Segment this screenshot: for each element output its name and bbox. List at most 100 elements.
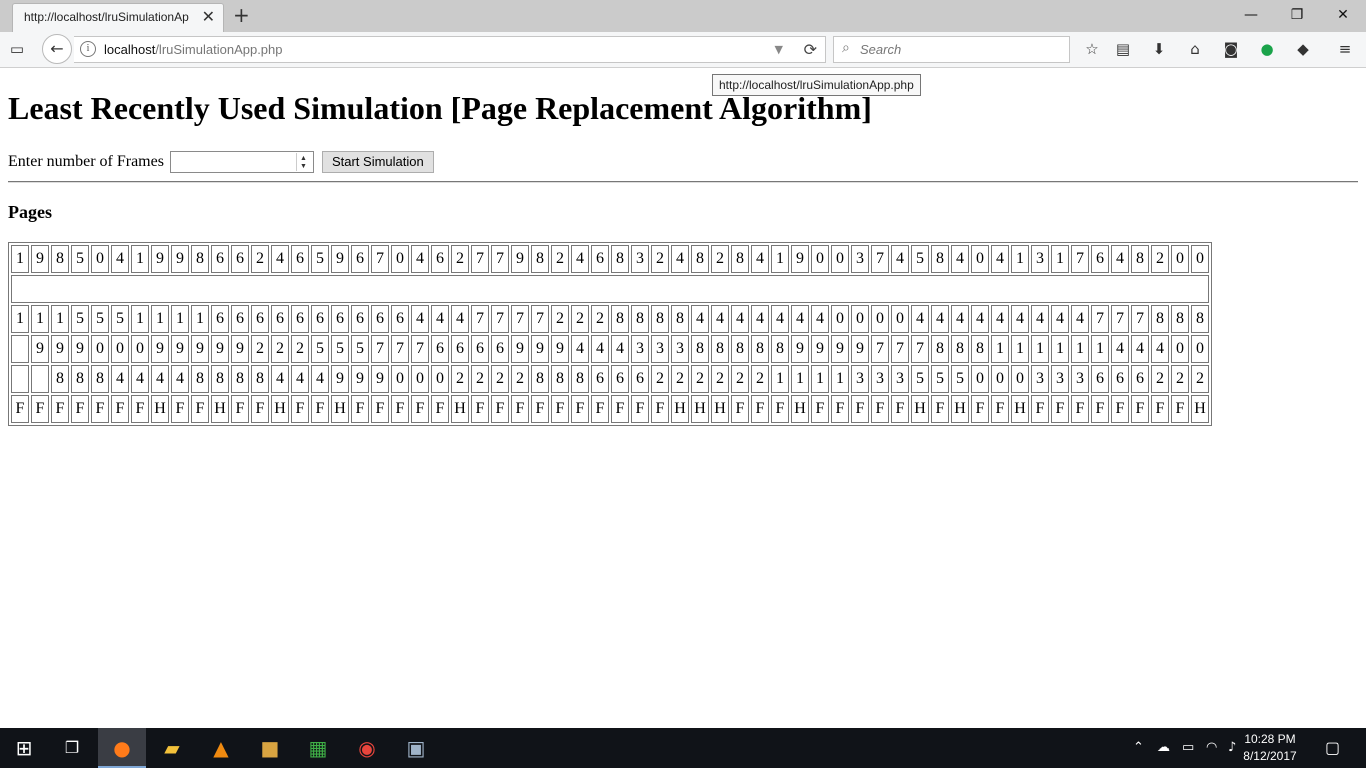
table-cell: 9 (331, 245, 349, 273)
table-cell: 0 (991, 365, 1009, 393)
spin-up-icon[interactable]: ▲ (300, 154, 307, 162)
table-cell: F (291, 395, 309, 423)
start-simulation-button[interactable]: Start Simulation (321, 151, 434, 173)
table-cell: 9 (71, 335, 89, 363)
table-cell: 4 (751, 305, 769, 333)
sublime-text-icon[interactable]: ■ (246, 728, 294, 768)
notifications-icon[interactable]: ▢ (1325, 738, 1340, 757)
spreadsheet-icon[interactable]: ▦ (294, 728, 342, 768)
table-cell: 5 (311, 335, 329, 363)
link-tooltip: http://localhost/lruSimulationApp.php (712, 74, 921, 96)
table-cell: F (471, 395, 489, 423)
table-cell: H (951, 395, 969, 423)
battery-icon[interactable]: ▭ (1182, 740, 1194, 755)
table-cell: 2 (711, 245, 729, 273)
table-cell: 5 (931, 365, 949, 393)
table-cell: F (351, 395, 369, 423)
download-icon[interactable]: ⬇ (1148, 38, 1170, 60)
table-cell: 1 (131, 245, 149, 273)
table-cell: 4 (151, 365, 169, 393)
minimize-icon[interactable]: — (1228, 0, 1274, 30)
frames-number-input[interactable]: ▲ ▼ (169, 151, 314, 173)
table-cell: F (971, 395, 989, 423)
table-cell: 0 (1011, 365, 1029, 393)
menu-icon[interactable]: ≡ (1334, 38, 1356, 60)
table-cell: 5 (911, 245, 929, 273)
windows-start-icon[interactable]: ⊞ (0, 728, 48, 768)
table-cell: 8 (1171, 305, 1189, 333)
browser-tab[interactable]: http://localhost/lruSimulationAp ✕ (12, 3, 224, 32)
table-cell: 1 (791, 365, 809, 393)
clock[interactable]: 10:28 PM 8/12/2017 (1242, 731, 1298, 765)
table-cell: F (751, 395, 769, 423)
tab-close-icon[interactable]: ✕ (202, 7, 215, 27)
frames-form: Enter number of Frames ▲ ▼ Start Simulat… (8, 151, 434, 173)
table-cell: F (1131, 395, 1149, 423)
url-bar[interactable]: i localhost/lruSimulationApp.php ▼ ⟳ (74, 36, 826, 63)
spacer-cell (11, 275, 1209, 303)
table-cell: H (1011, 395, 1029, 423)
task-view-icon[interactable]: ❐ (48, 728, 96, 768)
table-cell: 4 (271, 245, 289, 273)
table-cell: 6 (491, 335, 509, 363)
table-cell: 0 (831, 245, 849, 273)
volume-icon[interactable]: ♪ (1228, 740, 1236, 755)
table-cell: 0 (851, 305, 869, 333)
wifi-icon[interactable]: ◠ (1206, 740, 1217, 755)
reload-icon[interactable]: ⟳ (804, 40, 817, 59)
table-cell: 8 (551, 365, 569, 393)
frames-spinner[interactable]: ▲ ▼ (295, 153, 311, 171)
table-cell: 9 (791, 245, 809, 273)
table-cell: 5 (351, 335, 369, 363)
table-cell: 5 (71, 245, 89, 273)
table-cell (31, 365, 49, 393)
restore-icon[interactable]: ❐ (1274, 0, 1320, 30)
url-text[interactable]: localhost/lruSimulationApp.php (104, 42, 283, 57)
info-icon[interactable]: i (80, 41, 96, 57)
table-cell: H (331, 395, 349, 423)
table-cell: 7 (1071, 245, 1089, 273)
table-cell: 4 (991, 305, 1009, 333)
table-cell: 2 (591, 305, 609, 333)
table-cell: F (851, 395, 869, 423)
table-cell: 8 (1151, 305, 1169, 333)
table-cell: F (931, 395, 949, 423)
dropdown-icon[interactable]: ▼ (775, 43, 783, 56)
home-icon[interactable]: ⌂ (1184, 38, 1206, 60)
plus-icon[interactable]: + (233, 3, 250, 27)
chevron-up-icon[interactable]: ⌃ (1133, 740, 1144, 755)
table-cell: F (811, 395, 829, 423)
reading-list-icon[interactable]: ▤ (1112, 38, 1134, 60)
sidebar-icon[interactable]: ▭ (6, 38, 28, 60)
table-cell: 9 (511, 245, 529, 273)
table-cell: 4 (171, 365, 189, 393)
search-box[interactable]: ⌕ Search (833, 36, 1070, 63)
table-cell: 4 (1071, 305, 1089, 333)
table-cell: 7 (371, 335, 389, 363)
grammarly-icon[interactable]: ● (1256, 38, 1278, 60)
back-icon[interactable]: ← (42, 34, 72, 64)
table-cell: 2 (1191, 365, 1209, 393)
table-cell: F (251, 395, 269, 423)
onedrive-icon[interactable]: ☁ (1157, 740, 1170, 755)
bookmark-star-icon[interactable]: ☆ (1081, 38, 1103, 60)
table-cell: 2 (551, 245, 569, 273)
table-cell: F (71, 395, 89, 423)
table-cell: 4 (911, 305, 929, 333)
table-cell: 8 (51, 365, 69, 393)
table-cell: 2 (651, 245, 669, 273)
file-explorer-icon[interactable]: ▰ (148, 728, 196, 768)
snipping-tool-icon[interactable]: ▣ (392, 728, 440, 768)
table-cell: 7 (411, 335, 429, 363)
extension-icon[interactable]: ◆ (1292, 38, 1314, 60)
table-cell: 4 (751, 245, 769, 273)
spin-down-icon[interactable]: ▼ (300, 162, 307, 170)
firefox-taskbar-icon[interactable]: ● (98, 728, 146, 768)
chrome-icon[interactable]: ◉ (343, 728, 391, 768)
pocket-icon[interactable]: ◙ (1220, 38, 1242, 60)
table-cell: 6 (351, 245, 369, 273)
table-cell: H (151, 395, 169, 423)
close-window-icon[interactable]: ✕ (1320, 0, 1366, 30)
table-cell: 4 (1031, 305, 1049, 333)
vlc-icon[interactable]: ▲ (197, 728, 245, 768)
